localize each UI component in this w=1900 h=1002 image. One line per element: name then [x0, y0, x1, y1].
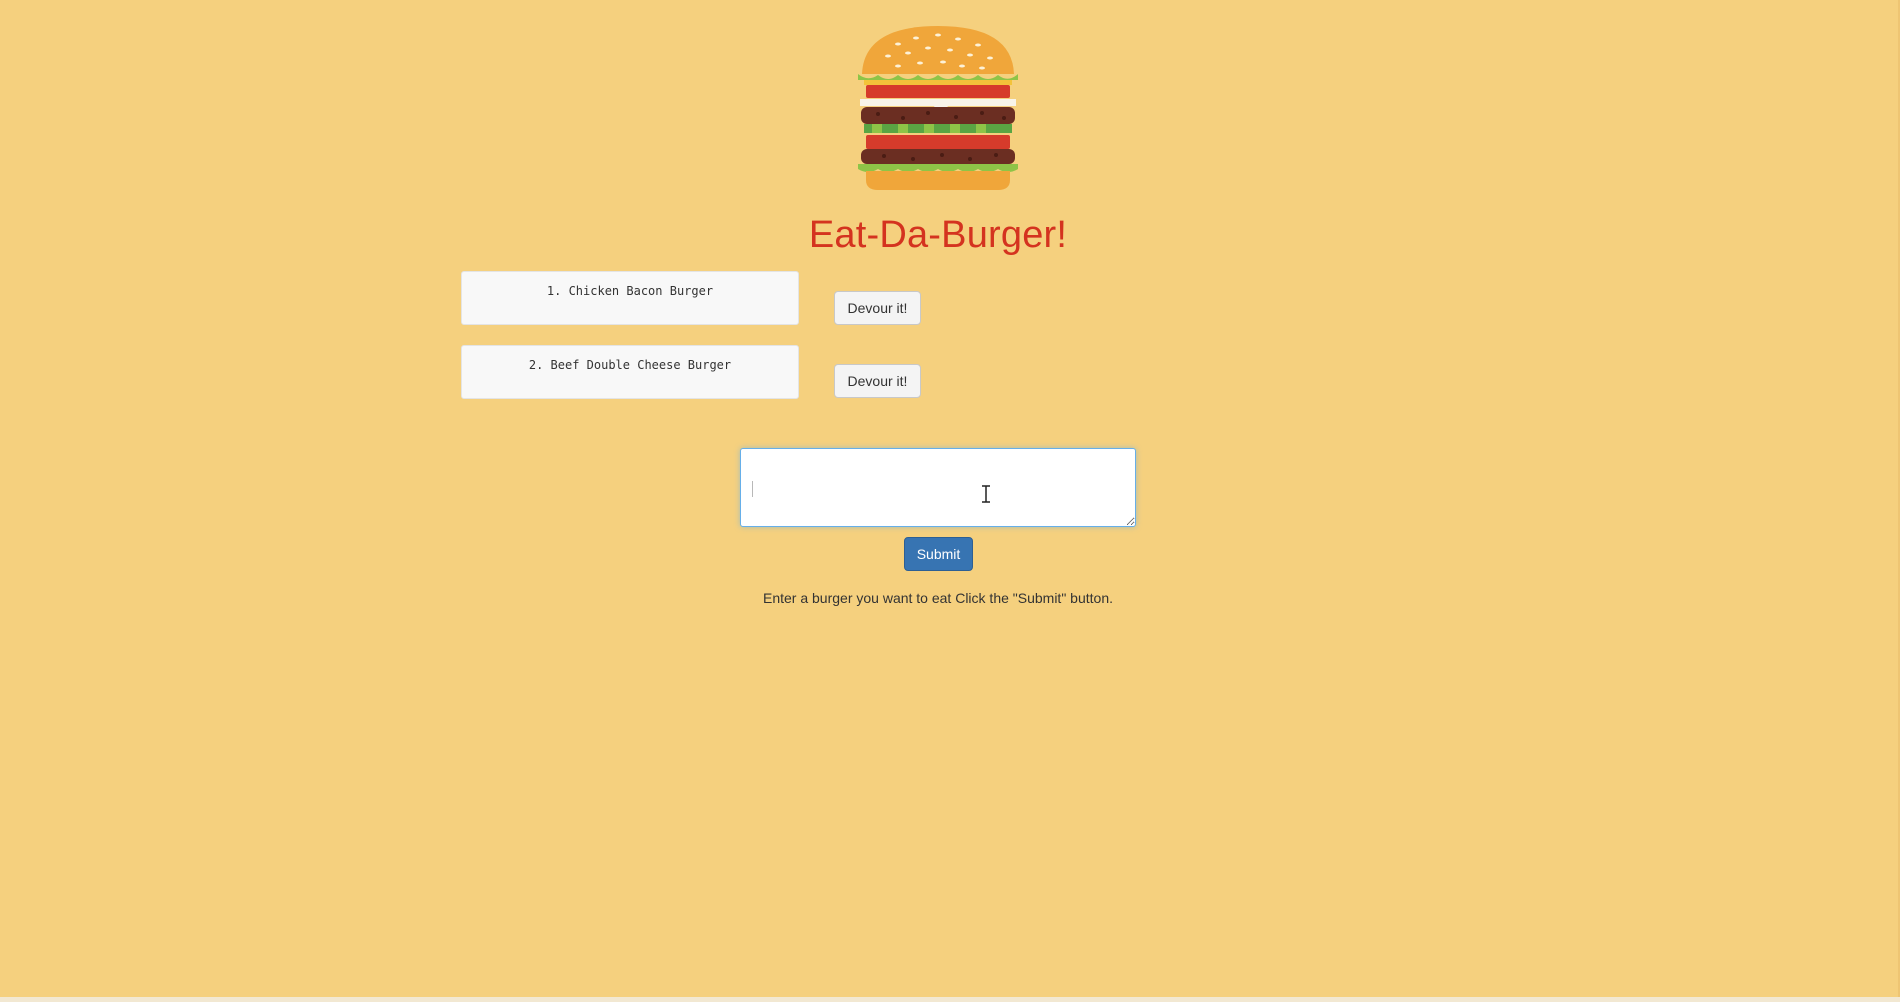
text-cursor-icon: [982, 485, 990, 503]
burger-name: 1. Chicken Bacon Burger: [461, 271, 799, 325]
submit-button[interactable]: Submit: [904, 537, 973, 571]
devour-button[interactable]: Devour it!: [834, 364, 921, 398]
text-caret: [752, 481, 753, 497]
page-title: Eat-Da-Burger!: [808, 214, 1068, 256]
burger-input-wrapper: [740, 448, 1136, 527]
burger-list-item: 2. Beef Double Cheese Burger: [461, 345, 801, 401]
devour-button[interactable]: Devour it!: [834, 291, 921, 325]
burger-name: 2. Beef Double Cheese Burger: [461, 345, 799, 399]
burger-input[interactable]: [740, 448, 1136, 527]
burger-icon: [858, 26, 1018, 190]
burger-list-item: 1. Chicken Bacon Burger: [461, 271, 801, 327]
instructions-text: Enter a burger you want to eat Click the…: [762, 590, 1113, 606]
bottom-edge: [0, 997, 1900, 1002]
page: Eat-Da-Burger! 1. Chicken Bacon Burger D…: [0, 0, 1900, 1002]
